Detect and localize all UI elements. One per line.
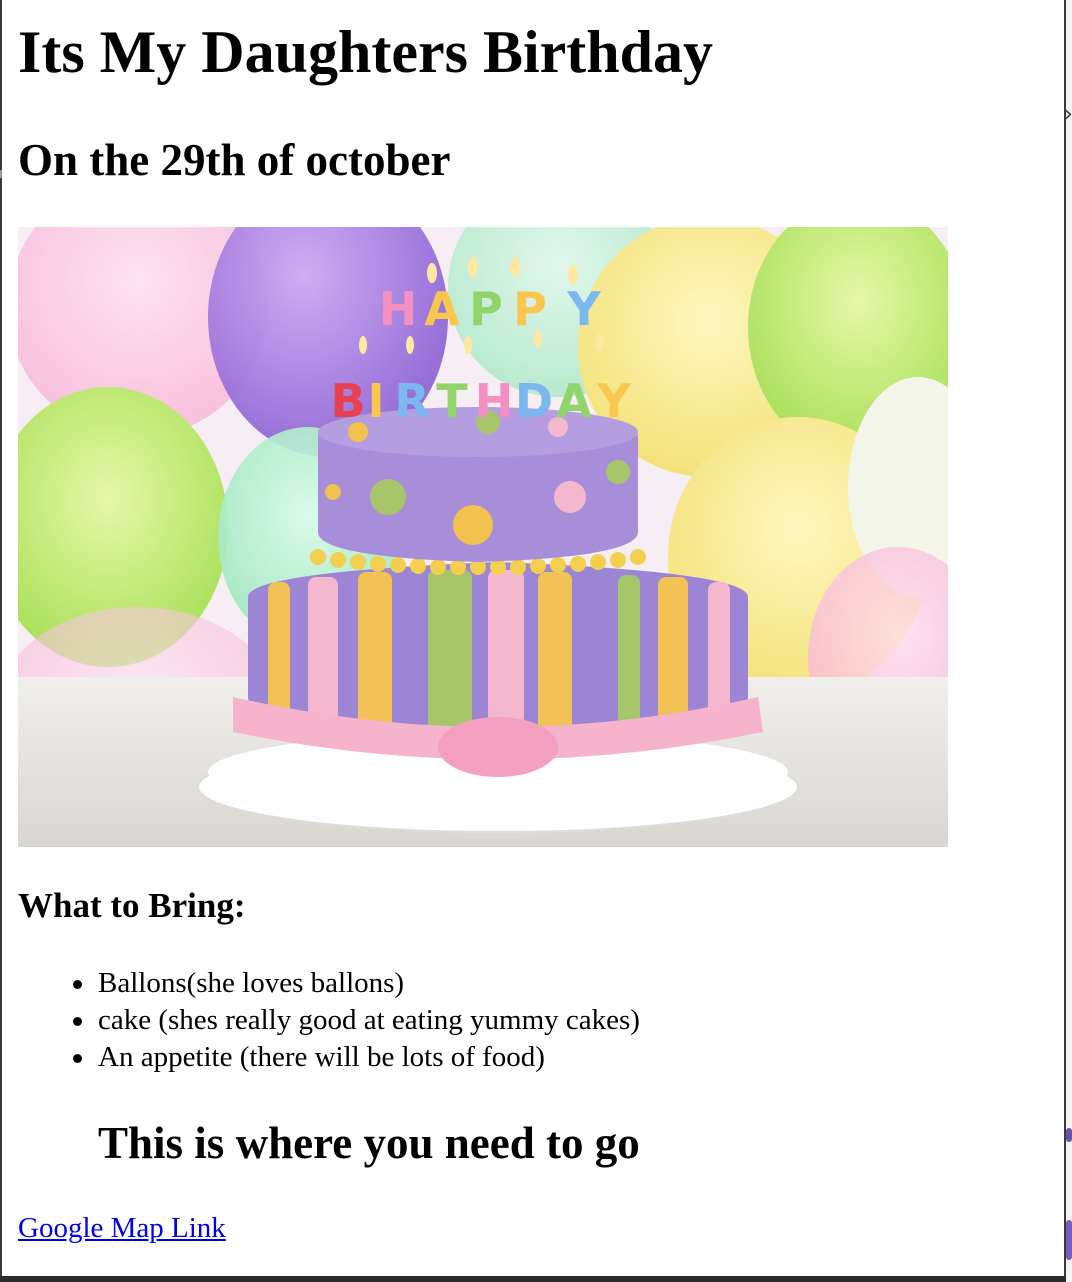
svg-text:R: R <box>394 374 429 428</box>
bullet-icon <box>73 1054 82 1063</box>
window-left-border <box>0 0 2 1282</box>
svg-text:H: H <box>475 374 514 428</box>
google-map-link[interactable]: Google Map Link <box>18 1208 226 1248</box>
window-right-gutter <box>1066 0 1072 1282</box>
birthday-cake-image: H A P P Y B I R T H D A Y <box>18 227 948 847</box>
svg-text:P: P <box>469 282 503 336</box>
window-right-border <box>1064 0 1066 1282</box>
svg-text:I: I <box>367 374 384 428</box>
svg-text:B: B <box>330 374 365 428</box>
list-item: Ballons(she loves ballons) <box>73 965 640 1002</box>
list-item: cake (shes really good at eating yummy c… <box>73 1002 640 1039</box>
svg-text:H: H <box>379 282 418 336</box>
bring-heading: What to Bring: <box>18 886 246 925</box>
svg-text:P: P <box>513 282 547 336</box>
bullet-icon <box>73 980 82 989</box>
list-item-text: An appetite (there will be lots of food) <box>98 1041 545 1073</box>
directions-heading: This is where you need to go <box>98 1118 640 1168</box>
background-window-edge <box>1066 1220 1072 1260</box>
page-title: Its My Daughters Birthday <box>18 19 714 85</box>
svg-text:T: T <box>436 374 468 428</box>
svg-text:A: A <box>556 374 592 428</box>
list-item-text: Ballons(she loves ballons) <box>98 967 405 999</box>
close-icon[interactable]: › <box>1064 104 1072 126</box>
svg-text:Y: Y <box>596 374 631 428</box>
svg-text:Y: Y <box>566 282 601 336</box>
bullet-icon <box>73 1017 82 1026</box>
list-item: An appetite (there will be lots of food) <box>73 1039 640 1076</box>
window-bottom-border <box>0 1276 1066 1282</box>
window-edge-tick <box>0 170 2 178</box>
svg-text:A: A <box>424 282 460 336</box>
bring-list: Ballons(she loves ballons) cake (shes re… <box>73 965 640 1076</box>
svg-text:D: D <box>515 374 553 428</box>
background-window-edge <box>1066 1128 1072 1142</box>
page-subtitle: On the 29th of october <box>18 135 451 185</box>
list-item-text: cake (shes really good at eating yummy c… <box>98 1004 640 1036</box>
birthday-cake-icon: H A P P Y B I R T H D A Y <box>18 227 948 847</box>
